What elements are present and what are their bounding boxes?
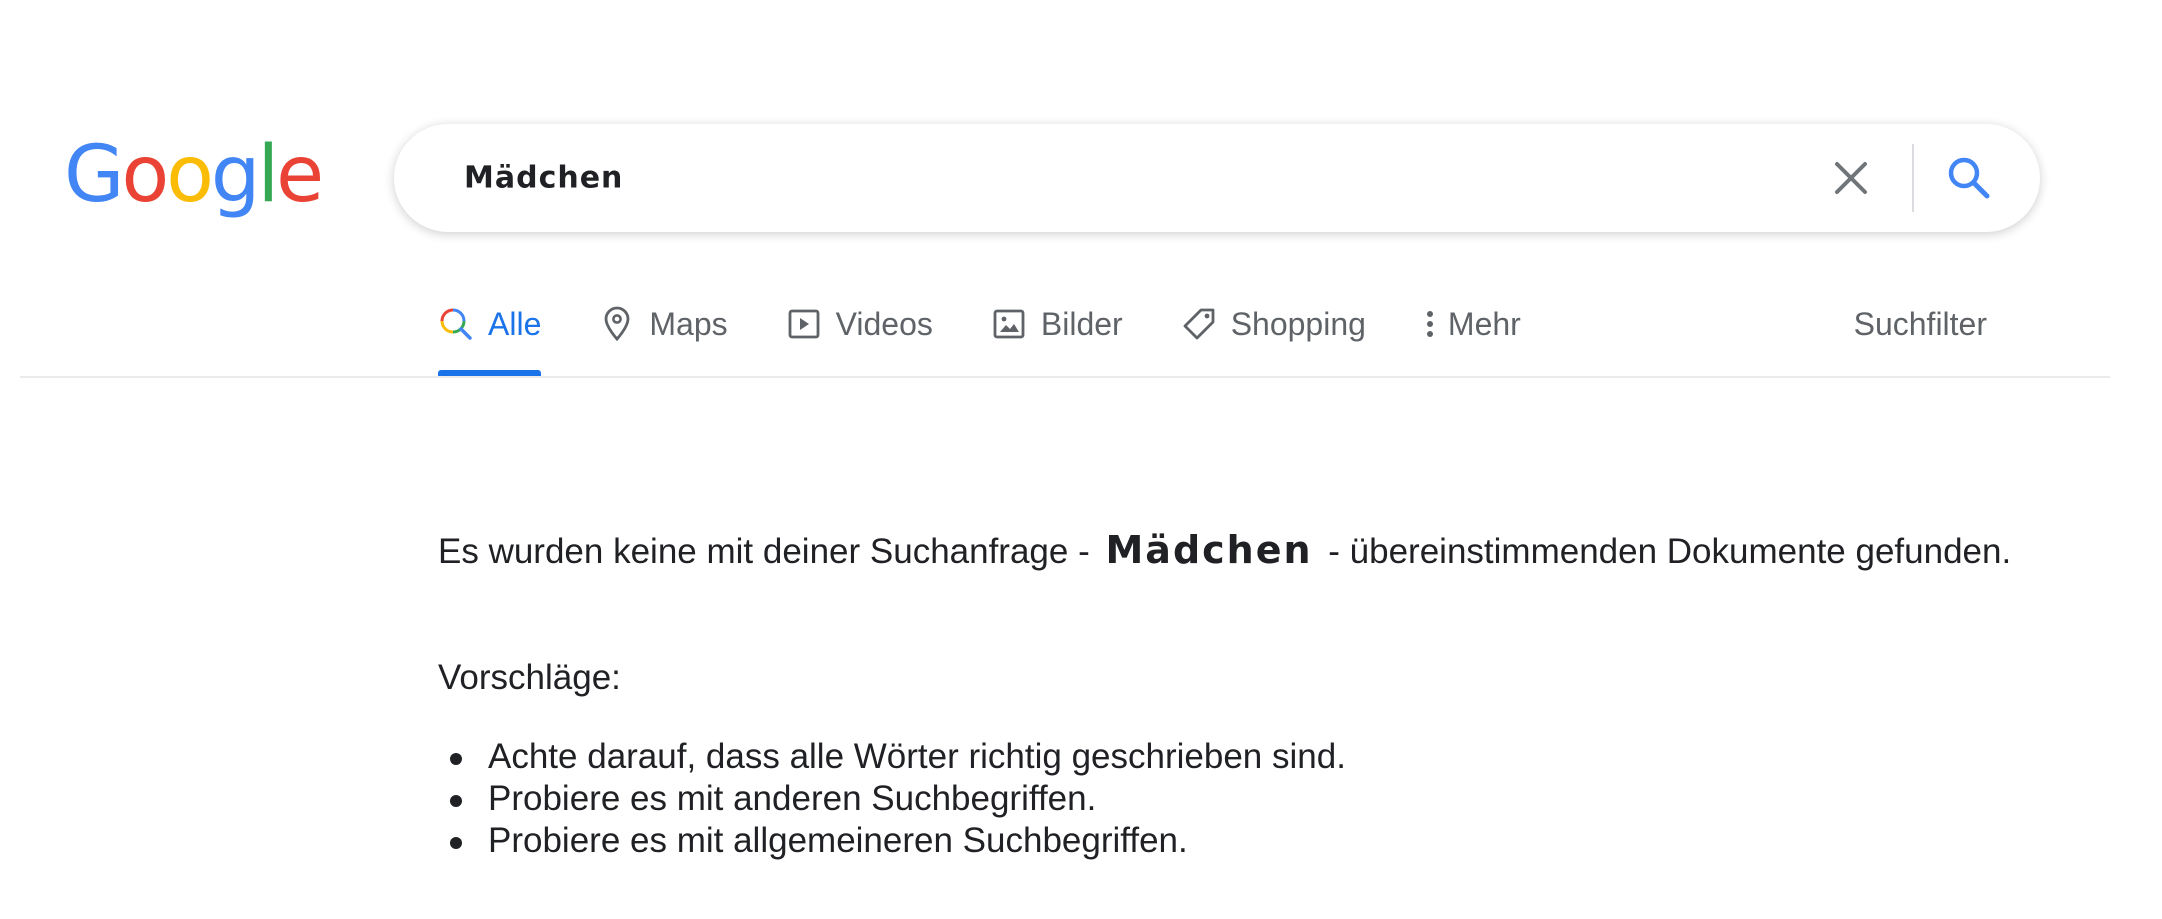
tab-bilder[interactable]: Bilder bbox=[991, 300, 1123, 348]
tab-label: Maps bbox=[649, 305, 728, 342]
suggestions-list: Achte darauf, dass alle Wörter richtig g… bbox=[438, 736, 1346, 862]
tag-icon bbox=[1181, 306, 1217, 342]
image-icon bbox=[991, 306, 1027, 342]
no-results-suffix: - übereinstimmenden Dokumente gefunden. bbox=[1328, 532, 2012, 571]
logo-letter: e bbox=[276, 130, 324, 220]
suchfilter-button[interactable]: Suchfilter bbox=[1854, 306, 1987, 343]
tab-label: Alle bbox=[488, 305, 542, 342]
google-logo[interactable]: Google bbox=[64, 130, 324, 220]
searchbox-divider bbox=[1912, 144, 1914, 212]
tab-label: Shopping bbox=[1230, 305, 1366, 342]
map-pin-icon bbox=[599, 306, 635, 342]
suggestion-item: Probiere es mit anderen Suchbegriffen. bbox=[438, 778, 1346, 820]
more-vert-icon bbox=[1424, 306, 1436, 342]
tab-label: Videos bbox=[835, 305, 933, 342]
logo-letter: l bbox=[257, 130, 279, 220]
tab-label: Bilder bbox=[1040, 305, 1123, 342]
no-results-message: Es wurden keine mit deiner Suchanfrage -… bbox=[438, 528, 2058, 574]
tab-label: Mehr bbox=[1447, 305, 1521, 342]
tab-shopping[interactable]: Shopping bbox=[1181, 300, 1366, 348]
tabs-divider bbox=[20, 376, 2110, 378]
logo-letter: g bbox=[210, 130, 260, 220]
tab-mehr[interactable]: Mehr bbox=[1424, 300, 1521, 348]
search-icon bbox=[438, 306, 474, 342]
play-icon bbox=[786, 306, 822, 342]
search-tabs: Alle Maps Videos Bilder Shopping Mehr bbox=[438, 300, 1521, 378]
suggestion-item: Achte darauf, dass alle Wörter richtig g… bbox=[438, 736, 1346, 778]
tab-maps[interactable]: Maps bbox=[599, 300, 728, 348]
clear-search-button[interactable] bbox=[1828, 155, 1874, 201]
search-button[interactable] bbox=[1944, 153, 1994, 203]
tab-videos[interactable]: Videos bbox=[786, 300, 933, 348]
no-results-prefix: Es wurden keine mit deiner Suchanfrage - bbox=[438, 532, 1090, 571]
search-box: Mädchen bbox=[394, 124, 2040, 232]
logo-letter: o bbox=[121, 130, 169, 220]
tab-alle[interactable]: Alle bbox=[438, 300, 542, 376]
search-results-page: Google Mädchen Alle Maps Videos Bilder S… bbox=[0, 0, 2162, 919]
logo-letter: G bbox=[64, 130, 124, 220]
suggestion-item: Probiere es mit allgemeineren Suchbegrif… bbox=[438, 820, 1346, 862]
search-icon bbox=[1948, 157, 1990, 199]
search-input[interactable]: Mädchen bbox=[464, 161, 623, 196]
suggestions-title: Vorschläge: bbox=[438, 658, 621, 697]
no-results-query: Mädchen bbox=[1105, 528, 1313, 572]
logo-letter: o bbox=[166, 130, 214, 220]
close-icon bbox=[1835, 162, 1867, 194]
